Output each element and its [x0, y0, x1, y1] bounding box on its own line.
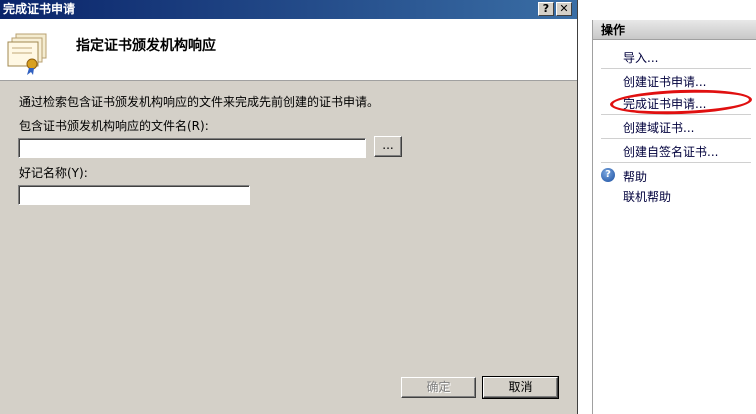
dialog-title: 完成证书申请 [3, 2, 76, 16]
browse-button[interactable]: ... [374, 136, 402, 157]
dialog-titlebar: 完成证书申请 ? ✕ [0, 0, 577, 19]
dialog-header: 指定证书颁发机构响应 [0, 19, 577, 81]
window-gap [578, 0, 592, 414]
complete-certificate-dialog: 完成证书申请 ? ✕ 指定证书颁发机构响应 通过检索包含证书颁发机构响应的文件来… [0, 0, 578, 414]
certificate-icon [7, 33, 47, 75]
file-name-input[interactable] [18, 138, 366, 158]
online-help-action[interactable]: 联机帮助 [623, 188, 671, 205]
separator [601, 68, 751, 69]
create-certificate-request-action[interactable]: 创建证书申请... [623, 73, 706, 90]
help-icon: ? [601, 168, 615, 182]
friendly-name-input[interactable] [18, 185, 250, 205]
import-action[interactable]: 导入... [623, 49, 658, 66]
create-self-signed-certificate-action[interactable]: 创建自签名证书... [623, 143, 718, 160]
separator [601, 162, 751, 163]
ok-button[interactable]: 确定 [401, 377, 476, 398]
cancel-button[interactable]: 取消 [482, 376, 559, 399]
help-title-button[interactable]: ? [538, 2, 554, 16]
actions-pane: 操作 导入... 创建证书申请... 完成证书申请... 创建域证书... 创建… [592, 20, 756, 414]
close-button[interactable]: ✕ [556, 2, 572, 16]
file-name-label: 包含证书颁发机构响应的文件名(R): [19, 119, 209, 133]
friendly-name-label: 好记名称(Y): [19, 166, 88, 180]
create-domain-certificate-action[interactable]: 创建域证书... [623, 119, 694, 136]
description-text: 通过检索包含证书颁发机构响应的文件来完成先前创建的证书申请。 [19, 95, 380, 109]
header-title: 指定证书颁发机构响应 [76, 38, 216, 54]
actions-header: 操作 [593, 20, 756, 40]
separator [601, 138, 751, 139]
help-action[interactable]: 帮助 [623, 168, 647, 185]
